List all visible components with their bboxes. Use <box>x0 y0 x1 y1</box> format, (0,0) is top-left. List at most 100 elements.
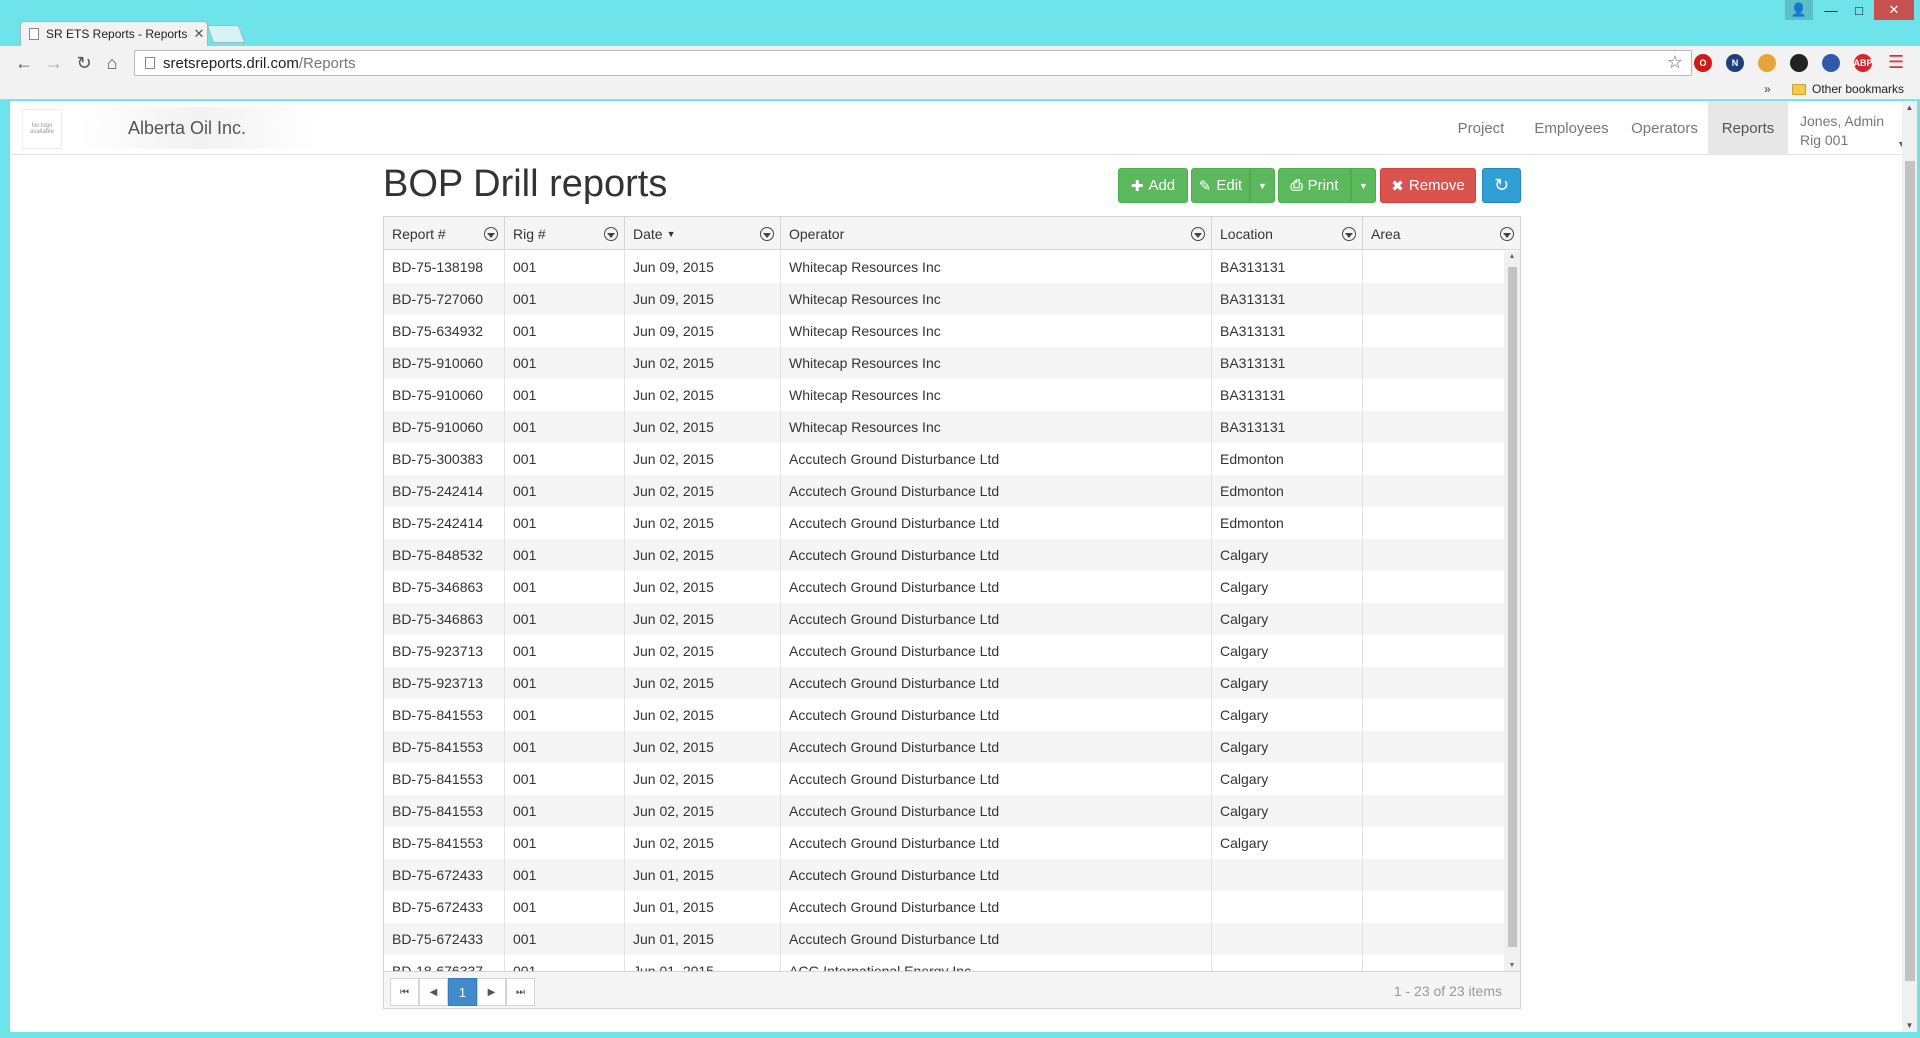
colorpicker-icon[interactable] <box>1758 54 1776 72</box>
prev-page-button[interactable]: ◀ <box>419 978 448 1006</box>
scroll-down-icon[interactable]: ▼ <box>1504 962 1520 969</box>
filter-icon[interactable] <box>1342 227 1356 241</box>
table-row[interactable]: BD-75-910060 001 Jun 02, 2015 Whitecap Reso… <box>384 379 1504 411</box>
print-button[interactable]: ⎙ Print <box>1278 168 1351 203</box>
grid-scroll-thumb[interactable] <box>1508 267 1517 947</box>
adblock-icon[interactable]: ABP <box>1854 54 1873 72</box>
remove-button[interactable]: ✖ Remove <box>1380 168 1476 203</box>
table-cell-operator: Accutech Ground Disturbance Ltd <box>781 539 1212 571</box>
table-row[interactable]: BD-75-634932 001 Jun 09, 2015 Whitecap Reso… <box>384 315 1504 347</box>
back-arrow-icon[interactable]: ← <box>12 52 36 74</box>
filter-icon[interactable] <box>484 227 498 241</box>
refresh-button[interactable]: ↻ <box>1482 168 1521 203</box>
table-cell-location: BA313131 <box>1212 315 1363 347</box>
table-row[interactable]: BD-75-848532 001 Jun 02, 2015 Accutech Grou… <box>384 539 1504 571</box>
table-cell-area <box>1363 379 1504 411</box>
new-tab-button[interactable] <box>206 25 246 43</box>
table-row[interactable]: BD-75-300383 001 Jun 02, 2015 Accutech Grou… <box>384 443 1504 475</box>
column-header-operator[interactable]: Operator <box>781 217 1212 250</box>
filter-icon[interactable] <box>760 227 774 241</box>
filter-icon[interactable] <box>1191 227 1205 241</box>
table-row[interactable]: BD-75-727060 001 Jun 09, 2015 Whitecap Reso… <box>384 283 1504 315</box>
table-row[interactable]: BD-75-346863 001 Jun 02, 2015 Accutech Grou… <box>384 571 1504 603</box>
flag-icon[interactable] <box>1822 54 1840 72</box>
table-cell-date: Jun 02, 2015 <box>625 731 781 763</box>
column-header-report[interactable]: Report # <box>384 217 505 250</box>
first-page-button[interactable]: ⏮ <box>390 978 419 1006</box>
home-icon[interactable]: ⌂ <box>100 52 124 74</box>
opera-icon[interactable]: O <box>1694 54 1712 72</box>
browser-tab[interactable]: SR ETS Reports - Reports ✕ <box>20 21 208 46</box>
minimize-button[interactable]: — <box>1818 0 1844 20</box>
table-row[interactable]: BD-75-242414 001 Jun 02, 2015 Accutech Grou… <box>384 475 1504 507</box>
close-window-button[interactable]: ✕ <box>1874 0 1914 20</box>
table-cell-report: BD-75-634932 <box>384 315 505 347</box>
table-cell-area <box>1363 891 1504 923</box>
address-bar[interactable]: sretsreports.dril.com/Reports ☆ <box>134 50 1692 76</box>
column-header-area[interactable]: Area <box>1363 217 1520 250</box>
table-cell-date: Jun 02, 2015 <box>625 667 781 699</box>
add-button[interactable]: ✚ Add <box>1118 168 1188 203</box>
nav-item-project[interactable]: Project <box>1440 101 1522 155</box>
table-row[interactable]: BD-75-672433 001 Jun 01, 2015 Accutech Grou… <box>384 891 1504 923</box>
table-row[interactable]: BD-75-841553 001 Jun 02, 2015 Accutech Grou… <box>384 699 1504 731</box>
filter-icon[interactable] <box>1500 227 1514 241</box>
table-row[interactable]: BD-75-138198 001 Jun 09, 2015 Whitecap Reso… <box>384 251 1504 283</box>
column-header-label: Location <box>1220 225 1273 242</box>
camera-icon[interactable] <box>1790 54 1808 72</box>
close-tab-icon[interactable]: ✕ <box>191 26 207 42</box>
scroll-up-icon[interactable]: ▲ <box>1504 253 1520 260</box>
print-dropdown-toggle[interactable]: ▼ <box>1351 168 1376 203</box>
table-row[interactable]: BD-75-841553 001 Jun 02, 2015 Accutech Grou… <box>384 731 1504 763</box>
table-row[interactable]: BD-75-841553 001 Jun 02, 2015 Accutech Grou… <box>384 795 1504 827</box>
scroll-up-icon[interactable]: ▲ <box>1902 103 1917 112</box>
column-header-date[interactable]: Date ▼ <box>625 217 781 250</box>
table-row[interactable]: BD-18-676337 001 Jun 01, 2015 ACG Internati… <box>384 955 1504 971</box>
chrome-menu-icon[interactable]: ☰ <box>1888 53 1904 71</box>
table-row[interactable]: BD-75-242414 001 Jun 02, 2015 Accutech Grou… <box>384 507 1504 539</box>
page-number-button[interactable]: 1 <box>448 978 477 1006</box>
table-cell-rig: 001 <box>505 795 625 827</box>
maximize-button[interactable]: □ <box>1846 0 1872 20</box>
table-cell-area <box>1363 955 1504 971</box>
brand-name[interactable]: Alberta Oil Inc. <box>80 107 320 149</box>
bookmark-star-icon[interactable]: ☆ <box>1667 52 1683 73</box>
table-row[interactable]: BD-75-910060 001 Jun 02, 2015 Whitecap Reso… <box>384 347 1504 379</box>
next-page-button[interactable]: ▶ <box>477 978 506 1006</box>
edit-dropdown-toggle[interactable]: ▼ <box>1250 168 1275 203</box>
table-cell-operator: Accutech Ground Disturbance Ltd <box>781 699 1212 731</box>
column-header-rig[interactable]: Rig # <box>505 217 625 250</box>
table-row[interactable]: BD-75-923713 001 Jun 02, 2015 Accutech Grou… <box>384 667 1504 699</box>
column-header-location[interactable]: Location <box>1212 217 1363 250</box>
forward-arrow-icon[interactable]: → <box>42 52 66 74</box>
table-cell-area <box>1363 827 1504 859</box>
bookmarks-overflow-button[interactable]: » <box>1764 82 1771 96</box>
nav-item-employees[interactable]: Employees <box>1522 101 1621 155</box>
table-row[interactable]: BD-75-910060 001 Jun 02, 2015 Whitecap Reso… <box>384 411 1504 443</box>
other-bookmarks-folder[interactable]: Other bookmarks <box>1792 82 1904 96</box>
nav-item-reports[interactable]: Reports <box>1708 101 1788 155</box>
page-scroll-thumb[interactable] <box>1905 161 1915 981</box>
edit-button[interactable]: ✎ Edit <box>1191 168 1250 203</box>
table-cell-operator: Whitecap Resources Inc <box>781 379 1212 411</box>
nav-item-operators[interactable]: Operators <box>1621 101 1708 155</box>
filter-icon[interactable] <box>604 227 618 241</box>
reload-icon[interactable]: ↻ <box>72 52 96 74</box>
table-row[interactable]: BD-75-346863 001 Jun 02, 2015 Accutech Grou… <box>384 603 1504 635</box>
page-scrollbar[interactable]: ▲ ▼ <box>1902 101 1917 1032</box>
table-cell-area <box>1363 411 1504 443</box>
notes-icon[interactable]: N <box>1726 54 1744 72</box>
last-page-button[interactable]: ⏭ <box>506 978 535 1006</box>
table-cell-rig: 001 <box>505 699 625 731</box>
user-menu[interactable]: Jones, Admin Rig 001 ▼ <box>1800 112 1902 150</box>
table-cell-rig: 001 <box>505 827 625 859</box>
table-row[interactable]: BD-75-672433 001 Jun 01, 2015 Accutech Grou… <box>384 923 1504 955</box>
grid-scrollbar[interactable]: ▲ ▼ <box>1504 251 1520 971</box>
table-row[interactable]: BD-75-672433 001 Jun 01, 2015 Accutech Grou… <box>384 859 1504 891</box>
table-row[interactable]: BD-75-923713 001 Jun 02, 2015 Accutech Grou… <box>384 635 1504 667</box>
scroll-down-icon[interactable]: ▼ <box>1902 1021 1917 1030</box>
profile-icon[interactable]: 👤 <box>1785 0 1813 20</box>
table-cell-date: Jun 01, 2015 <box>625 859 781 891</box>
table-row[interactable]: BD-75-841553 001 Jun 02, 2015 Accutech Grou… <box>384 827 1504 859</box>
table-row[interactable]: BD-75-841553 001 Jun 02, 2015 Accutech Grou… <box>384 763 1504 795</box>
